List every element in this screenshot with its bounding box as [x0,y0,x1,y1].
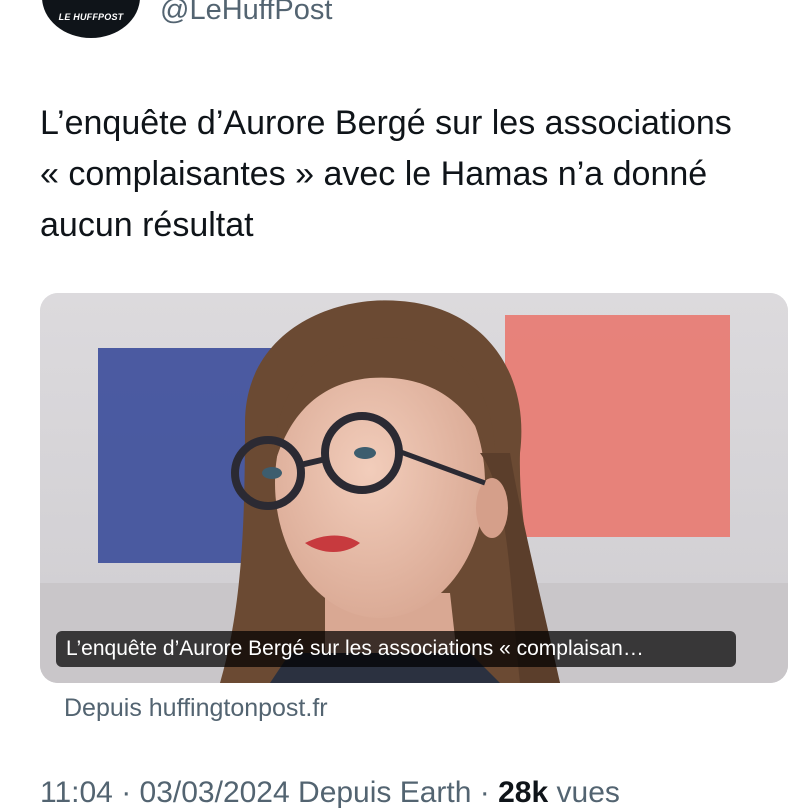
views-count: 28k [498,776,549,809]
views-label: vues [548,776,620,809]
link-card[interactable]: L’enquête d’Aurore Bergé sur les associa… [40,293,788,683]
card-image [40,293,788,683]
card-source[interactable]: Depuis huffingtonpost.fr [64,694,328,723]
meta-separator: · [471,776,499,809]
author-avatar[interactable]: LE HUFFPOST [42,0,140,38]
meta-separator: · [112,776,140,809]
tweet-text: L’enquête d’Aurore Bergé sur les associa… [40,104,732,244]
tweet-client: Depuis Earth [289,776,472,809]
red-panel [505,315,730,537]
tweet-date[interactable]: 03/03/2024 [140,776,290,809]
tweet-meta: 11:04 · 03/03/2024 Depuis Earth · 28k vu… [40,776,620,810]
tweet-time[interactable]: 11:04 [40,776,113,809]
card-caption: L’enquête d’Aurore Bergé sur les associa… [56,631,736,667]
avatar-logo-text: LE HUFFPOST [58,12,124,22]
author-handle[interactable]: @LeHuffPost [160,0,332,27]
